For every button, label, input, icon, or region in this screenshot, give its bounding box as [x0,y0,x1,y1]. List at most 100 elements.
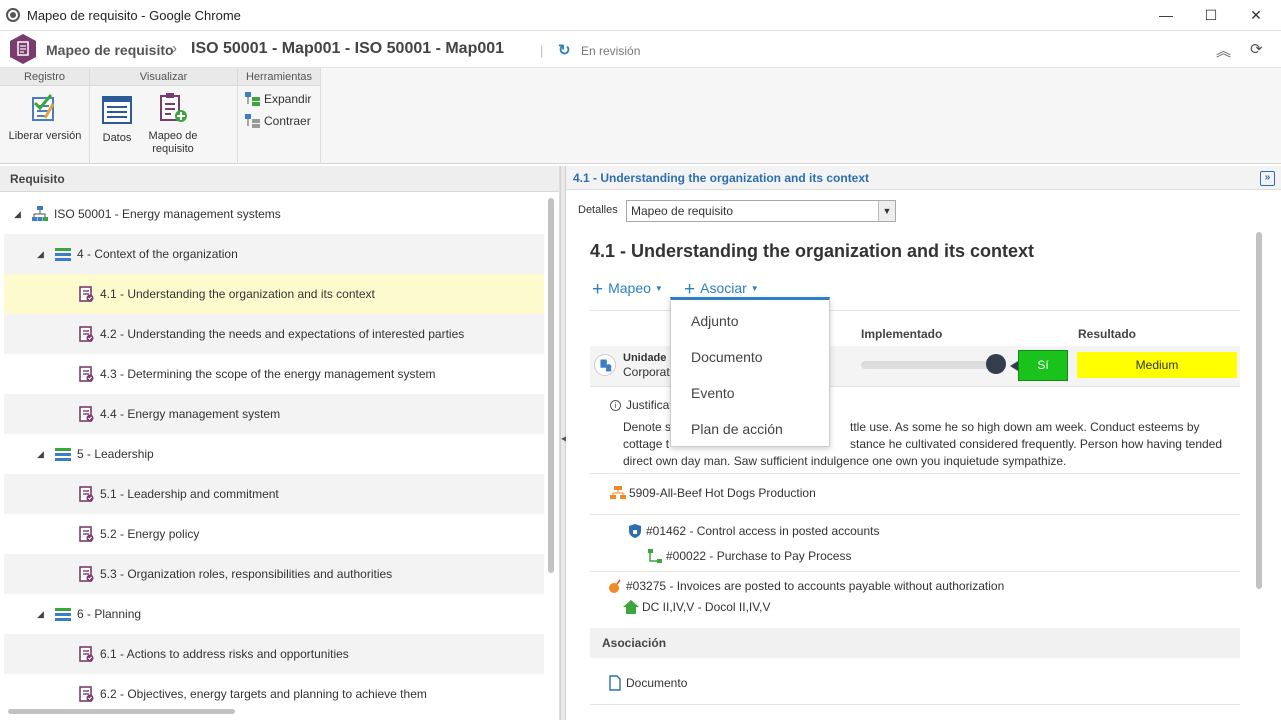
group-icon [55,248,71,261]
documento-label: Documento [626,676,688,690]
menu-item-evento[interactable]: Evento [691,385,735,401]
asociar-button-label: Asociar [700,280,747,296]
tree-node-label: 4.2 - Understanding the needs and expect… [100,327,465,341]
risk-bomb-icon [609,579,621,593]
ribbon-group-title: Registro [0,68,89,86]
mapeo-button[interactable]: + Mapeo ▼ [592,279,663,301]
close-button[interactable]: ✕ [1233,0,1279,31]
unit-label: Unidade d [623,352,677,364]
tree-node[interactable]: ◢ ISO 50001 - Energy management systems [4,194,544,234]
tree-node-label: 6.1 - Actions to address risks and oppor… [100,647,349,661]
requirement-icon [79,406,94,422]
ribbon-group-visualizar: Visualizar Datos Mapeo de requisito [90,68,238,164]
requirement-icon [79,566,94,582]
tree-node-label: 6.2 - Objectives, energy targets and pla… [100,687,427,701]
tree-node-label: 5 - Leadership [77,447,154,461]
tree-node-label: 4.3 - Determining the scope of the energ… [100,367,436,381]
resultado-value: Medium [1077,352,1237,378]
expandir-button[interactable]: Expandir [245,90,311,108]
detail-panel-title: 4.1 - Understanding the organization and… [573,171,870,185]
details-label: Detalles [578,204,618,216]
detail-scrollbar[interactable] [1256,232,1262,589]
requirement-icon [79,486,94,502]
justification-line-1b: ttle use. As some he so high down am wee… [850,420,1200,434]
mapeo-requisito-label-2: requisito [152,143,194,155]
browser-titlebar: Mapeo de requisito - Google Chrome — ☐ ✕ [0,0,1281,31]
tree-toggle-icon[interactable]: ◢ [14,194,21,234]
divider [590,514,1240,515]
tree-node-label: 4.1 - Understanding the organization and… [100,287,375,301]
requirement-icon [79,686,94,702]
datos-button[interactable]: Datos [98,94,136,145]
tree-toggle-icon[interactable]: ◢ [37,434,44,474]
tree-node[interactable]: ◢ 6 - Planning [4,594,544,634]
tree-node[interactable]: ◢ 5 - Leadership [4,434,544,474]
refresh-icon[interactable]: ⟳ [1250,40,1263,58]
requirement-map-icon [160,93,187,122]
chevron-down-icon: ▼ [878,201,895,221]
panel-header: Requisito [0,166,559,192]
asociacion-section-header: Asociación [590,628,1240,658]
contraer-label: Contraer [264,114,311,128]
mapeo-requisito-button[interactable]: Mapeo de requisito [144,92,202,156]
dc-label: DC II,IV,V - Docol II,IV,V [642,600,771,614]
tree-toggle-icon[interactable]: ◢ [37,234,44,274]
tree-node[interactable]: 5.2 - Energy policy [4,514,544,554]
tree-node[interactable]: 5.3 - Organization roles, responsibiliti… [4,554,544,594]
tree-node-label: 4 - Context of the organization [77,247,238,261]
ribbon-group-registro: Registro Liberar versión [0,68,90,164]
liberar-version-button[interactable]: Liberar versión [4,92,86,143]
purchase-process-label: #00022 - Purchase to Pay Process [666,549,852,563]
tree-node[interactable]: 5.1 - Leadership and commitment [4,474,544,514]
tree-node[interactable]: 4.3 - Determining the scope of the energ… [4,354,544,394]
sync-icon: ↻ [558,42,571,59]
caret-down-icon: ▼ [750,284,759,293]
requirement-icon [79,646,94,662]
menu-item-plan-de-accion[interactable]: Plan de acción [691,421,783,437]
tree-node[interactable]: 6.1 - Actions to address risks and oppor… [4,634,544,674]
group-icon [55,448,71,461]
tree-node[interactable]: 4.2 - Understanding the needs and expect… [4,314,544,354]
implementado-value: Sí [1018,350,1068,381]
control-label: #01462 - Control access in posted accoun… [646,524,880,538]
breadcrumb-app[interactable]: Mapeo de requisito [46,42,174,58]
implementado-slider[interactable] [861,361,997,369]
tree-horizontal-scrollbar[interactable] [8,709,235,714]
column-header-resultado: Resultado [1078,327,1137,341]
release-version-icon [32,94,55,121]
status-badge: En revisión [581,44,641,58]
collapse-tree-icon [245,114,260,128]
requirement-icon [79,366,94,382]
menu-item-documento[interactable]: Documento [691,349,763,365]
tree-node[interactable]: 6.2 - Objectives, energy targets and pla… [4,674,544,714]
ribbon-toolbar: Registro Liberar versión Visualizar Dato… [0,68,1281,164]
maximize-button[interactable]: ☐ [1188,0,1234,31]
app-header: Mapeo de requisito › ISO 50001 - Map001 … [0,31,1281,68]
window-title: Mapeo de requisito - Google Chrome [27,8,241,23]
tree-node[interactable]: 4.1 - Understanding the organization and… [4,274,544,314]
justification-line-3: direct own day man. Saw sufficient indul… [623,454,1067,468]
minimize-button[interactable]: — [1143,0,1189,31]
detail-panel-header: 4.1 - Understanding the organization and… [566,166,1281,190]
tree-node[interactable]: 4.4 - Energy management system [4,394,544,434]
details-select[interactable]: Mapeo de requisito ▼ [626,200,896,222]
liberar-version-label: Liberar versión [8,130,82,142]
requirement-icon [79,326,94,342]
control-shield-icon [629,524,641,538]
app-logo-icon [10,34,36,64]
slider-handle[interactable] [986,354,1007,374]
collapse-panel-icon[interactable]: » [1260,171,1275,186]
hierarchy-icon [32,206,48,221]
contraer-button[interactable]: Contraer [245,112,311,130]
collapse-up-icon[interactable]: ︽ [1216,40,1231,61]
tree-toggle-icon[interactable]: ◢ [37,594,44,634]
tree-scrollbar[interactable] [548,198,554,573]
tree-node-label: 5.3 - Organization roles, responsibiliti… [100,567,393,581]
column-header-implementado: Implementado [861,327,943,341]
tree-node[interactable]: ◢ 4 - Context of the organization [4,234,544,274]
caret-down-icon: ▼ [654,284,663,293]
datos-label: Datos [102,132,132,144]
divider [590,704,1240,705]
menu-item-adjunto[interactable]: Adjunto [691,313,738,329]
mapeo-requisito-label-1: Mapeo de [148,130,198,142]
